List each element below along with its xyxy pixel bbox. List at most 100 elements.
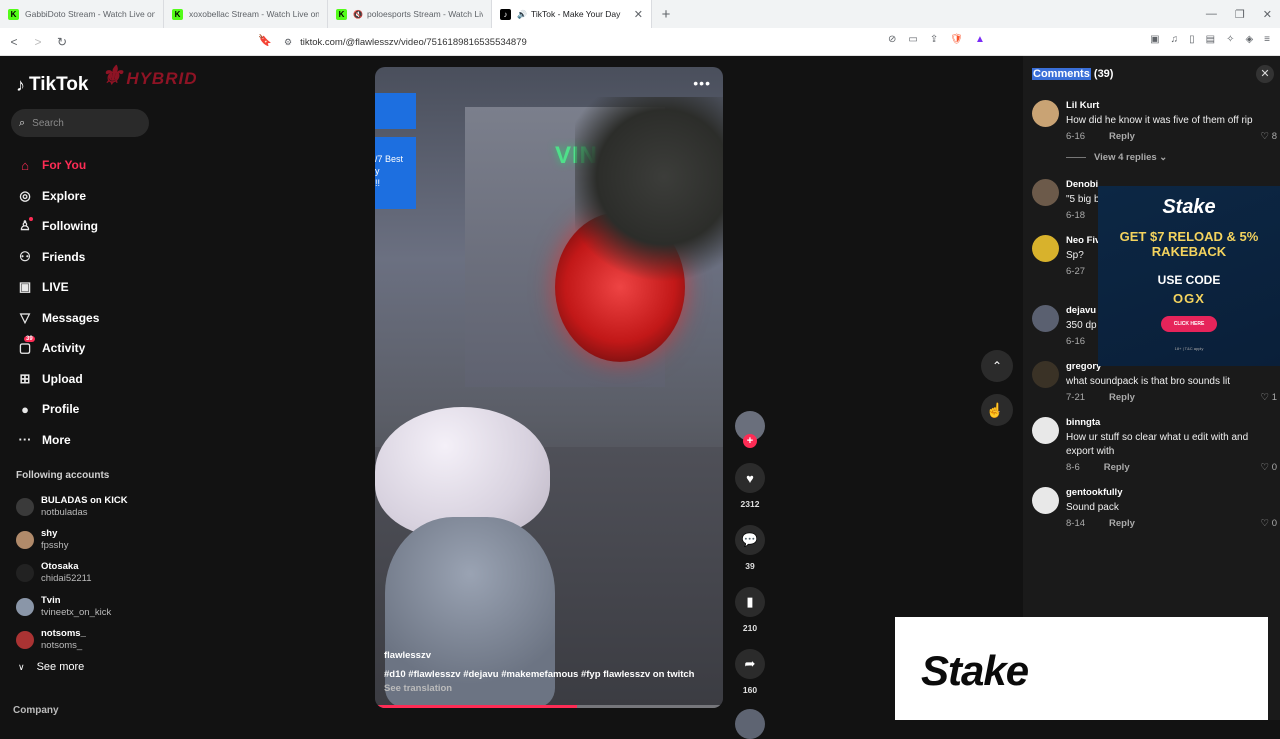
rewards-icon[interactable]: ▲ bbox=[975, 34, 985, 45]
sidebar-icon[interactable]: ▯ bbox=[1189, 34, 1195, 45]
view-replies-button[interactable]: View 4 replies ⌄ bbox=[1066, 152, 1277, 163]
share-action[interactable]: ➦ 160 bbox=[734, 649, 766, 695]
wallet-icon[interactable]: ▤ bbox=[1206, 34, 1215, 45]
comment-user[interactable]: Lil Kurt bbox=[1066, 100, 1277, 111]
chevron-down-icon: ∨ bbox=[18, 661, 25, 672]
like-action[interactable]: ♥ 2312 bbox=[734, 463, 766, 509]
save-action[interactable]: ▮ 210 bbox=[734, 587, 766, 633]
comment-item: Lil Kurt How did he know it was five of … bbox=[1032, 100, 1277, 142]
see-translation-link[interactable]: See translation bbox=[384, 683, 714, 694]
menu-item-upload[interactable]: ⊞ Upload bbox=[16, 364, 156, 395]
leo-icon[interactable]: ✧ bbox=[1226, 34, 1234, 45]
browser-tab-4-active[interactable]: ♪ 🔊 TikTok - Make Your Day ✕ bbox=[492, 0, 652, 28]
close-tab-icon[interactable]: ✕ bbox=[634, 8, 643, 21]
more-options-icon[interactable]: ••• bbox=[693, 75, 711, 91]
cast-icon[interactable]: ▭ bbox=[908, 34, 917, 45]
avatar[interactable] bbox=[1032, 179, 1059, 206]
previous-video-button[interactable]: ⌃ bbox=[981, 350, 1013, 382]
browser-tab-2[interactable]: K xoxobellac Stream - Watch Live on Kick bbox=[164, 0, 328, 28]
tiktok-logo[interactable]: ♪ TikTok bbox=[16, 74, 88, 96]
close-window-icon[interactable]: ✕ bbox=[1263, 8, 1272, 21]
comment-user[interactable]: gentookfully bbox=[1066, 487, 1277, 498]
menu-icon[interactable]: ≡ bbox=[1264, 34, 1270, 45]
avatar[interactable] bbox=[1032, 417, 1059, 444]
following-account[interactable]: Otosaka chidai52211 bbox=[16, 557, 156, 590]
see-more-button[interactable]: ∨ See more bbox=[18, 661, 84, 673]
tab-title: poloesports Stream - Watch Live bbox=[366, 9, 483, 19]
reload-icon[interactable]: ↻ bbox=[52, 35, 72, 49]
comment-user[interactable]: binngta bbox=[1066, 417, 1277, 428]
comment-like-button[interactable]: ♡ 0 bbox=[1261, 518, 1277, 529]
stake-ad-overlay[interactable]: Stake GET $7 RELOAD & 5% RAKEBACK USE CO… bbox=[1098, 186, 1280, 366]
bookmark-icon[interactable]: ▮ bbox=[735, 587, 765, 617]
menu-item-activity[interactable]: ▢ 39 Activity bbox=[16, 333, 156, 364]
menu-item-live[interactable]: ▣ LIVE bbox=[16, 272, 156, 303]
search-input[interactable]: ⌕ Search bbox=[11, 109, 149, 137]
bookmark-icon[interactable]: 🔖 bbox=[258, 34, 272, 47]
music-disc[interactable] bbox=[735, 709, 765, 739]
comment-like-button[interactable]: ♡ 8 bbox=[1261, 131, 1277, 142]
avatar[interactable] bbox=[1032, 361, 1059, 388]
share-arrow-icon[interactable]: ➦ bbox=[735, 649, 765, 679]
heart-icon[interactable]: ♥ bbox=[735, 463, 765, 493]
comment-count: 39 bbox=[745, 561, 755, 571]
stake-banner-overlay[interactable]: Stake bbox=[895, 617, 1268, 720]
speaker-icon[interactable]: 🔊 bbox=[517, 10, 527, 19]
following-account[interactable]: notsoms_ notsoms_ bbox=[16, 623, 156, 656]
media-icon[interactable]: ♫ bbox=[1171, 34, 1179, 45]
avatar[interactable] bbox=[1032, 487, 1059, 514]
restore-icon[interactable]: ❐ bbox=[1235, 8, 1245, 21]
comment-like-button[interactable]: ♡ 0 bbox=[1261, 462, 1277, 473]
menu-item-messages[interactable]: ▽ Messages bbox=[16, 303, 156, 334]
video-author[interactable]: flawlesszv bbox=[384, 650, 714, 661]
reply-button[interactable]: Reply bbox=[1109, 518, 1135, 529]
following-account[interactable]: shy fpsshy bbox=[16, 523, 156, 556]
browser-tab-3[interactable]: K 🔇 poloesports Stream - Watch Live bbox=[328, 0, 492, 28]
stake-banner-logo: Stake bbox=[921, 647, 1029, 694]
menu-item-explore[interactable]: ◎ Explore bbox=[16, 181, 156, 212]
back-icon[interactable]: < bbox=[4, 35, 24, 49]
company-link[interactable]: Company bbox=[13, 705, 59, 716]
comment-action[interactable]: 💬 39 bbox=[734, 525, 766, 571]
comment-item: binngta How ur stuff so clear what u edi… bbox=[1032, 417, 1277, 473]
video-player[interactable]: VIN /7 Best y !! ••• flawlesszv #d10 #fl… bbox=[375, 67, 723, 708]
comments-header: Comments (39) bbox=[1032, 68, 1113, 80]
reply-button[interactable]: Reply bbox=[1104, 462, 1130, 473]
site-info-icon[interactable]: ⚙ bbox=[284, 37, 292, 48]
avatar[interactable] bbox=[1032, 235, 1059, 262]
menu-item-friends[interactable]: ⚇ Friends bbox=[16, 242, 156, 273]
avatar[interactable] bbox=[1032, 100, 1059, 127]
creator-avatar[interactable]: + bbox=[735, 411, 765, 448]
reader-icon[interactable]: ▣ bbox=[1150, 34, 1159, 45]
address-bar-row: < > ↻ 🔖 ⚙ tiktok.com/@flawlesszv/video/7… bbox=[0, 28, 1280, 56]
reply-button[interactable]: Reply bbox=[1109, 131, 1135, 142]
url-text: tiktok.com/@flawlesszv/video/75161898165… bbox=[300, 36, 527, 48]
new-tab-button[interactable]: + bbox=[652, 6, 680, 23]
video-hashtags[interactable]: #d10 #flawlesszv #dejavu #makemefamous #… bbox=[384, 669, 714, 680]
vpn-icon[interactable]: ◈ bbox=[1245, 34, 1253, 45]
following-accounts-list: BULADAS on KICK notbuladas shy fpsshy Otos… bbox=[16, 490, 156, 656]
close-comments-icon[interactable]: ✕ bbox=[1256, 65, 1274, 83]
follow-plus-icon[interactable]: + bbox=[743, 434, 757, 448]
browser-tab-1[interactable]: K GabbiDoto Stream - Watch Live on Kick bbox=[0, 0, 164, 28]
following-account[interactable]: Tvin tvineetx_on_kick bbox=[16, 590, 156, 623]
ad-click-button[interactable]: CLICK HERE bbox=[1161, 316, 1217, 332]
muted-icon[interactable]: 🔇 bbox=[353, 10, 363, 19]
menu-item-for-you[interactable]: ⌂ For You bbox=[16, 150, 156, 181]
comment-like-button[interactable]: ♡ 1 bbox=[1261, 392, 1277, 403]
avatar[interactable] bbox=[1032, 305, 1059, 332]
ad-use-code: USE CODE bbox=[1157, 273, 1221, 287]
brave-shield-icon[interactable]: 🛡 bbox=[950, 34, 963, 45]
menu-item-profile[interactable]: ● Profile bbox=[16, 394, 156, 425]
video-progress-bar[interactable] bbox=[375, 705, 723, 708]
reply-button[interactable]: Reply bbox=[1109, 392, 1135, 403]
home-icon: ⌂ bbox=[21, 157, 29, 173]
menu-item-following[interactable]: ♙ Following bbox=[16, 211, 156, 242]
forward-icon[interactable]: > bbox=[28, 35, 48, 49]
minimize-icon[interactable]: — bbox=[1206, 8, 1217, 20]
share-icon[interactable]: ⇪ bbox=[930, 34, 938, 45]
following-account[interactable]: BULADAS on KICK notbuladas bbox=[16, 490, 156, 523]
menu-item-more[interactable]: ··· More bbox=[16, 425, 156, 456]
no-tracking-icon[interactable]: ⊘ bbox=[888, 34, 896, 45]
comment-icon[interactable]: 💬 bbox=[735, 525, 765, 555]
